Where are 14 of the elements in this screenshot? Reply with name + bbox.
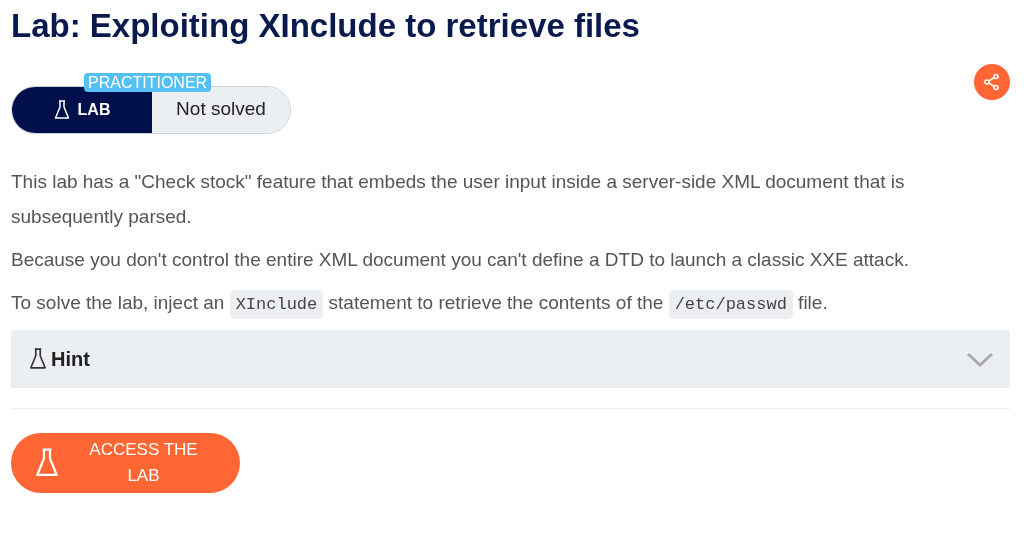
chevron-icon <box>966 350 994 367</box>
lab-label: LAB <box>77 99 111 120</box>
paragraph: This lab has a "Check stock" feature that embeds the user input inside a server-side XML document that is subsequently parsed. <box>11 169 906 229</box>
flask-icon <box>53 99 70 120</box>
hint-panel[interactable]: Hint <box>11 329 1010 388</box>
share-button[interactable] <box>974 63 1010 100</box>
flask-icon <box>35 447 59 478</box>
level-tag: PRACTITIONER <box>84 72 212 92</box>
paragraph: To solve the lab, inject an XInclude statement to retrieve the contents of the /etc/passwd file. <box>11 284 1001 322</box>
share-icon <box>983 72 1001 91</box>
page-title: Lab: Exploiting XInclude to retrieve files <box>11 6 641 46</box>
paragraph: Because you don't control the entire XML document you can't define a DTD to launch a classic XXE attack. <box>11 247 910 272</box>
flask-icon <box>29 347 47 370</box>
hint-title: Hint <box>51 346 90 372</box>
